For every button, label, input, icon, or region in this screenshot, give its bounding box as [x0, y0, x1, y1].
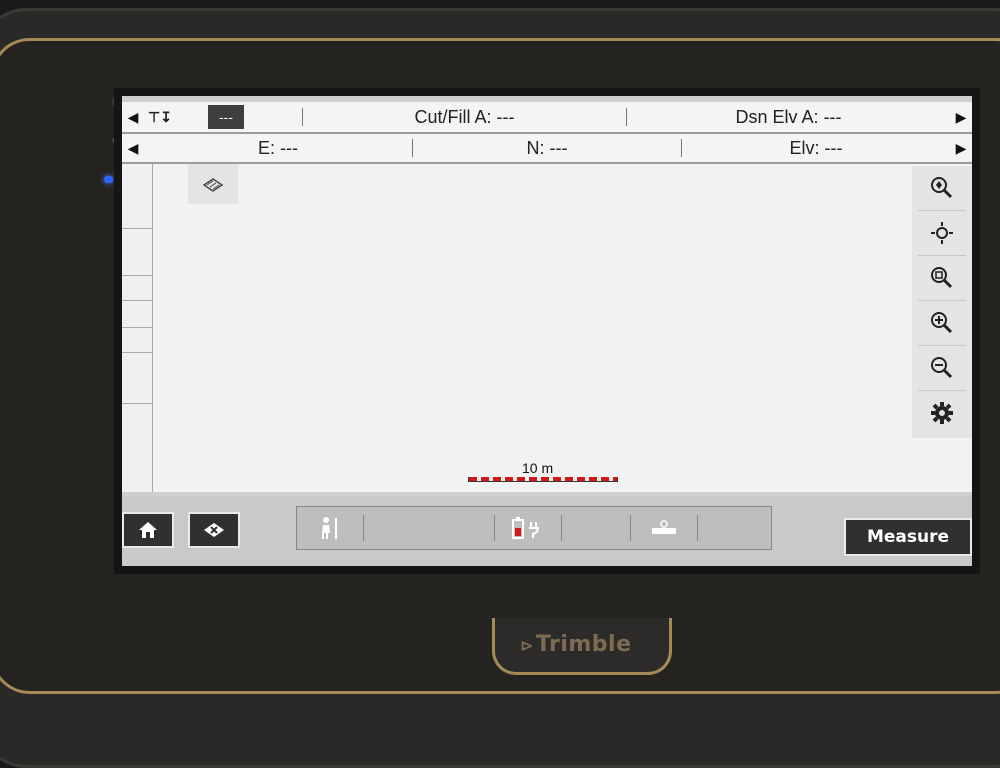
- instrument-status-bar[interactable]: [296, 506, 772, 550]
- brand-text: Trimble: [535, 632, 632, 657]
- right-arrow-icon[interactable]: ▶: [950, 140, 972, 157]
- survey-style-status[interactable]: [297, 507, 363, 549]
- screen: ◀ ⊤↧ --- Cut/Fill A: --- Dsn Elv A: --- …: [122, 96, 972, 566]
- left-arrow-icon[interactable]: ◀: [122, 109, 144, 126]
- bottom-bar: Measure: [122, 496, 972, 566]
- status-row-coordinates: ◀ E: --- N: --- Elv: --- ▶: [122, 134, 972, 164]
- empty-status-slot: [562, 507, 630, 549]
- rail-segment: [122, 404, 152, 484]
- sensor-icon: [112, 138, 117, 143]
- left-arrow-icon[interactable]: ◀: [122, 140, 144, 157]
- map-view[interactable]: 10 m: [122, 164, 972, 492]
- left-panel-rail[interactable]: [122, 164, 153, 492]
- map-scale-bar: 10 m: [466, 460, 618, 486]
- status-led: [104, 176, 113, 183]
- right-arrow-icon[interactable]: ▶: [950, 109, 972, 126]
- settings-icon[interactable]: [918, 391, 966, 435]
- layer-manager-icon[interactable]: [188, 164, 238, 204]
- rail-segment: [122, 229, 152, 276]
- battery-status[interactable]: [495, 507, 561, 549]
- empty-status-slot: [364, 507, 494, 549]
- zoom-in-icon[interactable]: [918, 301, 966, 346]
- rail-segment: [122, 301, 152, 328]
- home-button[interactable]: [122, 512, 174, 548]
- selected-field-pill[interactable]: ---: [208, 105, 244, 129]
- home-icon: [139, 522, 157, 538]
- status-row-top: ◀ ⊤↧ --- Cut/Fill A: --- Dsn Elv A: --- …: [122, 102, 972, 134]
- rail-segment: [122, 276, 152, 301]
- instrument-icon: [652, 520, 676, 534]
- rail-segment: [122, 328, 152, 353]
- zoom-to-extents-icon[interactable]: [918, 166, 966, 211]
- map-toolbar: [912, 166, 972, 438]
- map-switch-button[interactable]: [188, 512, 240, 548]
- divider: [697, 515, 698, 541]
- rail-segment: [122, 353, 152, 404]
- surveyor-icon: [322, 517, 337, 539]
- target-height-icon[interactable]: ⊤↧: [144, 109, 208, 126]
- scale-ruler: [468, 477, 618, 482]
- zoom-window-icon[interactable]: [918, 256, 966, 301]
- brand-logo: ⊳Trimble: [520, 632, 632, 657]
- northing-readout[interactable]: N: ---: [413, 138, 681, 159]
- pan-to-position-icon[interactable]: [918, 211, 966, 256]
- trimble-logo-icon: ⊳: [520, 636, 534, 655]
- battery-charging-icon: [512, 517, 540, 539]
- zoom-out-icon[interactable]: [918, 346, 966, 391]
- scale-label: 10 m: [522, 460, 554, 476]
- cut-fill-readout[interactable]: Cut/Fill A: ---: [303, 107, 626, 128]
- easting-readout[interactable]: E: ---: [144, 138, 412, 159]
- elevation-readout[interactable]: Elv: ---: [682, 138, 950, 159]
- measure-button[interactable]: Measure: [844, 518, 972, 556]
- rail-segment: [122, 164, 152, 229]
- design-elevation-readout[interactable]: Dsn Elv A: ---: [627, 107, 950, 128]
- map-layers-icon: [204, 523, 224, 537]
- instrument-status[interactable]: [631, 507, 697, 549]
